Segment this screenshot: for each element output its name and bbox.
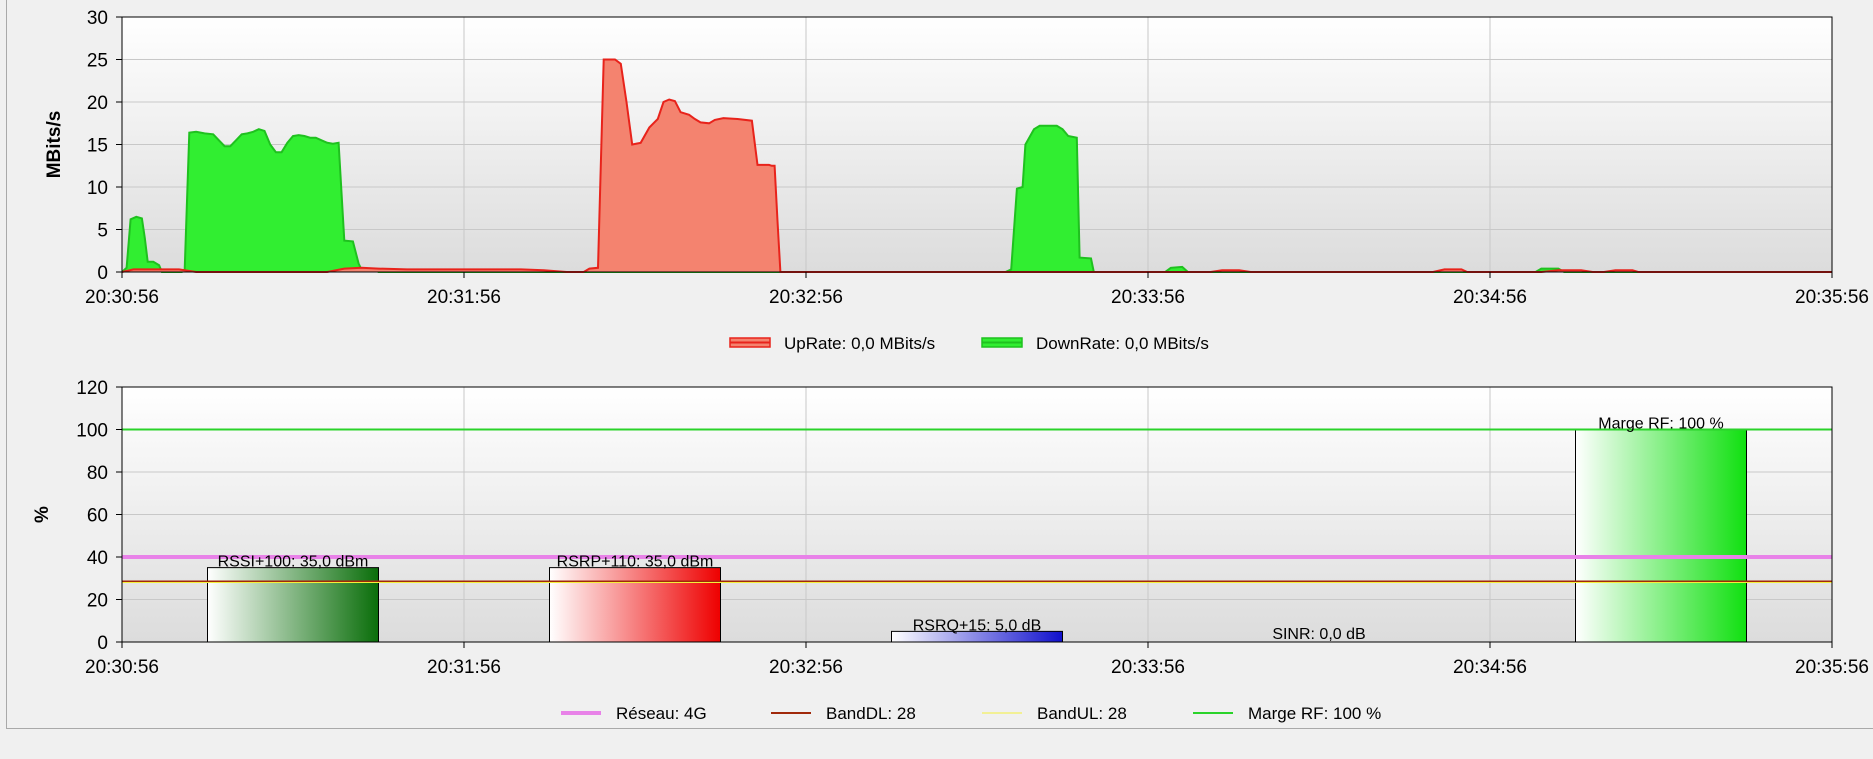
signal-y-axis-label: % [32, 506, 53, 523]
y-tick-label: 15 [87, 136, 108, 157]
x-tick-label: 20:33:56 [1111, 657, 1185, 678]
y-tick-label: 60 [87, 506, 108, 527]
legend-label: UpRate: 0,0 MBits/s [784, 334, 935, 353]
y-tick-label: 80 [87, 463, 108, 484]
throughput-x-ticks: 20:30:56 20:31:56 20:32:56 20:33:56 20:34:56… [85, 272, 1869, 308]
legend-item-bandul: BandUL: 28 [982, 704, 1127, 723]
legend-item-r-seau: Réseau: 4G [561, 704, 707, 723]
monitoring-charts: 051015202530 20:30:56 20:31:56 20:32:56 20:… [32, 8, 1869, 723]
throughput-y-ticks: 0 5 10 15 20 25 30 [87, 8, 122, 284]
legend-label: BandDL: 28 [826, 704, 916, 723]
x-tick-label: 20:31:56 [427, 657, 501, 678]
y-tick-label: 100 [76, 421, 108, 442]
legend-label: Marge RF: 100 % [1248, 704, 1381, 723]
bar-value-label: RSRP+110: 35,0 dBm [557, 554, 714, 571]
y-tick-label: 20 [87, 93, 108, 114]
x-tick-label: 20:30:56 [85, 657, 159, 678]
legend-item-banddl: BandDL: 28 [771, 704, 916, 723]
signal-legend: Réseau: 4G BandDL: 28 BandUL: 28 Marge RF: … [561, 704, 1381, 723]
bar-value-label: Marge RF: 100 % [1598, 416, 1723, 433]
y-tick-label: 0 [97, 263, 108, 284]
y-tick-label: 5 [97, 221, 108, 242]
y-tick-label: 40 [87, 548, 108, 569]
legend-label: BandUL: 28 [1037, 704, 1127, 723]
y-tick-label: 30 [87, 8, 108, 29]
throughput-chart: 051015202530 20:30:56 20:31:56 20:32:56 20:… [44, 8, 1869, 353]
bar-value-label: RSRQ+15: 5,0 dB [913, 617, 1042, 634]
legend-item-uprate: UpRate: 0,0 MBits/s [729, 334, 935, 353]
bar-value-label: RSSI+100: 35,0 dBm [218, 554, 369, 571]
throughput-legend: UpRate: 0,0 MBits/s DownRate: 0,0 MBits/s [729, 334, 1209, 353]
y-tick-label: 20 [87, 591, 108, 612]
chart-window: 0 5 10 15 20 25 30 20:30:56 20:31:56 20:32:56 20:… [0, 0, 1873, 759]
legend-label: Réseau: 4G [616, 704, 707, 723]
bar-rsrp-110 [549, 567, 721, 643]
legend-item-downrate: DownRate: 0,0 MBits/s [981, 334, 1209, 353]
y-tick-label: 0 [97, 633, 108, 654]
y-tick-label: 120 [76, 378, 108, 399]
legend-label: DownRate: 0,0 MBits/s [1036, 334, 1209, 353]
y-tick-label: 10 [87, 178, 108, 199]
x-tick-label: 20:30:56 [85, 287, 159, 308]
x-tick-label: 20:32:56 [769, 657, 843, 678]
x-tick-label: 20:35:56 [1795, 287, 1869, 308]
signal-chart: RSSI+100: 35,0 dBm RSRP+110: 35,0 dBm RSRQ… [32, 378, 1869, 723]
x-tick-label: 20:31:56 [427, 287, 501, 308]
x-tick-label: 20:34:56 [1453, 657, 1527, 678]
bar-rssi-100 [207, 567, 379, 643]
x-tick-label: 20:33:56 [1111, 287, 1185, 308]
throughput-y-axis-label: MBits/s [44, 111, 65, 179]
x-tick-label: 20:35:56 [1795, 657, 1869, 678]
bar-marge-rf [1575, 429, 1747, 643]
legend-item-marge-rf: Marge RF: 100 % [1193, 704, 1381, 723]
y-tick-label: 25 [87, 51, 108, 72]
signal-y-ticks: 0 20 40 60 80 100 120 [76, 378, 122, 654]
signal-x-ticks: 20:30:56 20:31:56 20:32:56 20:33:56 20:34:56… [85, 642, 1869, 678]
x-tick-label: 20:34:56 [1453, 287, 1527, 308]
x-tick-label: 20:32:56 [769, 287, 843, 308]
bar-value-label: SINR: 0,0 dB [1272, 626, 1365, 643]
